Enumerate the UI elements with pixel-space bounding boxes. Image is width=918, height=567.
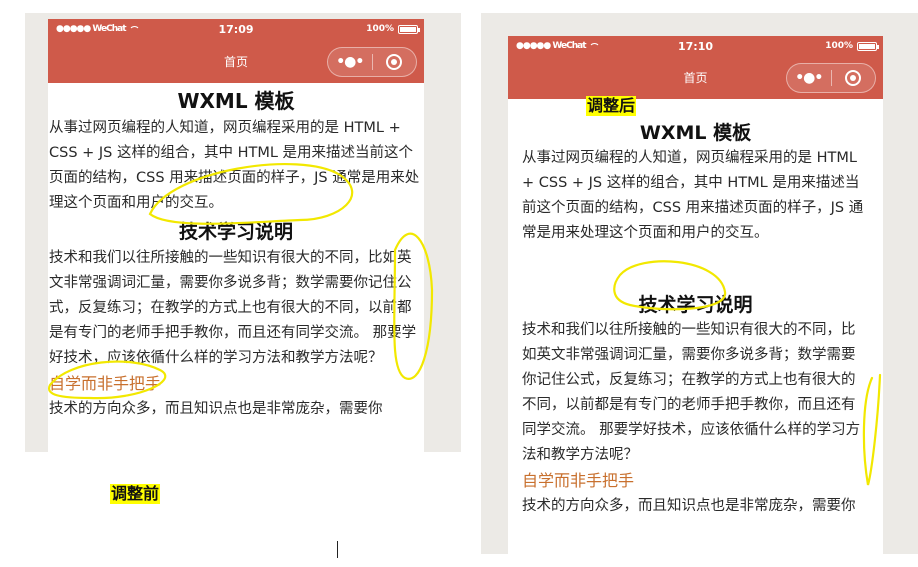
battery-icon [857,41,879,51]
after-phone: ●●●●● WeChat 17:10 100% 首页 •●• WXML 模板 从… [508,36,883,554]
before-panel: ●●●●● WeChat 17:09 100% 首页 •●• WXML 模板 从… [25,13,461,452]
before-phone: ●●●●● WeChat 17:09 100% 首页 •●• WXML 模板 从… [48,19,424,452]
close-miniprogram-button[interactable] [373,54,417,70]
more-menu-icon[interactable]: •●• [328,54,372,70]
label-before: 调整前 [110,484,161,504]
after-content: WXML 模板 从事过网页编程的人知道，网页编程采用的是 HTML + CSS … [508,99,883,519]
heading-study: 技术学习说明 [178,221,293,243]
heading-wxml: WXML 模板 [177,89,295,113]
after-status-bar: ●●●●● WeChat 17:10 100% [508,36,883,56]
subheading-selfstudy: 自学而非手把手 [49,374,162,393]
para-wxml: 从事过网页编程的人知道，网页编程采用的是 HTML + CSS + JS 这样的… [522,150,864,241]
para-study: 技术和我们以往所接触的一些知识有很大的不同，比如英文非常强调词汇量，需要你多说多… [49,250,417,366]
battery-percent: 100% [825,41,853,51]
battery-indicator: 100% [825,41,879,51]
before-status-bar: ●●●●● WeChat 17:09 100% [48,19,424,39]
label-after: 调整后 [586,96,637,116]
battery-indicator: 100% [366,24,420,34]
text-cursor [337,541,338,558]
before-navbar: ●●●●● WeChat 17:09 100% 首页 •●• [48,19,424,83]
battery-percent: 100% [366,24,394,34]
record-circle-icon [845,70,862,86]
battery-icon [398,24,420,34]
para-study: 技术和我们以往所接触的一些知识有很大的不同，比如英文非常强调词汇量，需要你多说多… [522,322,861,463]
before-content: WXML 模板 从事过网页编程的人知道，网页编程采用的是 HTML + CSS … [48,83,424,422]
close-miniprogram-button[interactable] [832,70,876,86]
more-menu-icon[interactable]: •●• [787,70,831,86]
record-circle-icon [386,54,403,70]
para-wxml: 从事过网页编程的人知道，网页编程采用的是 HTML + CSS + JS 这样的… [49,120,420,211]
capsule-menu[interactable]: •●• [327,47,417,77]
para-direction: 技术的方向众多，而且知识点也是非常庞杂，需要你 [49,401,383,417]
subheading-selfstudy: 自学而非手把手 [522,471,635,490]
heading-study: 技术学习说明 [638,294,753,316]
heading-wxml: WXML 模板 [639,122,752,144]
after-panel: ●●●●● WeChat 17:10 100% 首页 •●• WXML 模板 从… [481,13,918,554]
comparison-screenshot: ●●●●● WeChat 17:09 100% 首页 •●• WXML 模板 从… [0,0,918,567]
capsule-menu[interactable]: •●• [786,63,876,93]
after-navbar: ●●●●● WeChat 17:10 100% 首页 •●• [508,36,883,99]
para-direction: 技术的方向众多，而且知识点也是非常庞杂，需要你 [522,498,856,514]
